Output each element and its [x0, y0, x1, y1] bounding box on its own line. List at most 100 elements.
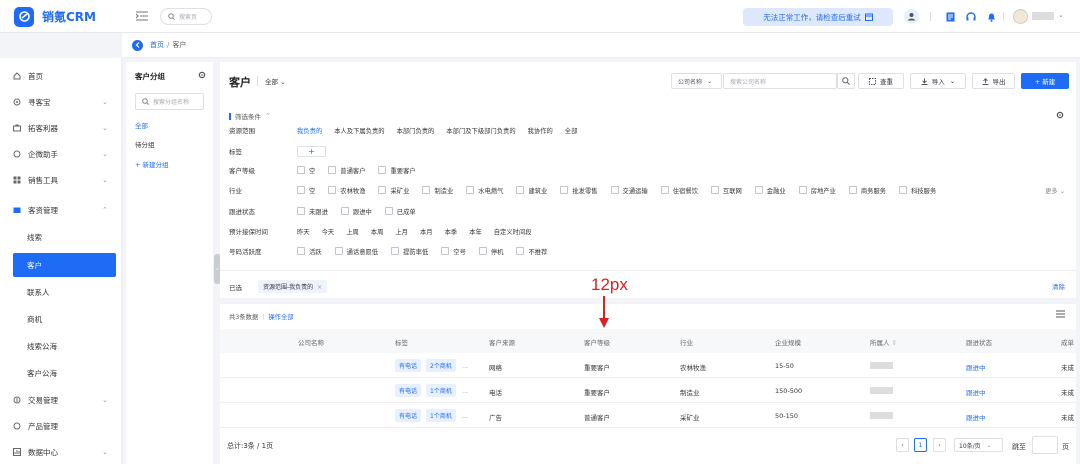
filter-option[interactable]: 本部门负责的	[397, 126, 435, 135]
new-button[interactable]: + 新建	[1021, 73, 1069, 89]
add-tag-button[interactable]: +	[297, 145, 326, 157]
cell-status[interactable]: 跟进中	[966, 412, 986, 422]
filter-option[interactable]: 今天	[322, 227, 335, 236]
sidebar-sub-opportunities[interactable]: 商机	[0, 307, 122, 331]
sidebar-item-xunkebao[interactable]: 寻客宝 ⌄	[0, 89, 122, 115]
sidebar-item-data[interactable]: 数据中心 ⌄	[0, 439, 122, 464]
selected-chip[interactable]: 资源范围-我负责的 ×	[258, 280, 328, 293]
filter-option[interactable]: 本年	[469, 227, 482, 236]
filter-option[interactable]: 昨天	[297, 227, 310, 236]
next-page-button[interactable]: ›	[933, 438, 946, 452]
filter-checkbox[interactable]: 采矿业	[378, 186, 409, 195]
filter-option[interactable]: 全部	[565, 126, 578, 135]
filter-checkbox[interactable]: 农林牧渔	[328, 186, 365, 195]
sidebar-item-trade[interactable]: 交易管理 ⌄	[0, 387, 122, 413]
user-name-placeholder[interactable]	[1032, 12, 1054, 20]
sidebar-sub-lead-pool[interactable]: 线索公海	[0, 334, 122, 358]
gear-icon[interactable]	[1056, 111, 1064, 121]
filter-checkbox[interactable]: 商务服务	[848, 186, 886, 195]
scope-select[interactable]: 全部 ⌄	[265, 76, 286, 86]
notice-banner[interactable]: 无法正常工作，请检查后重试	[743, 8, 893, 26]
filter-checkbox[interactable]: 通话意愿低	[334, 247, 378, 256]
table-row[interactable]: 有电话 1个商机 ... 电话 重要客户 制造业 150-500 跟进中 未成	[220, 378, 1076, 403]
table-row[interactable]: 有电话 1个商机 ... 广告 普通客户 采矿业 50-150 跟进中 未成	[220, 403, 1076, 428]
cell-status[interactable]: 跟进中	[966, 362, 986, 372]
breadcrumb-home[interactable]: 首页	[150, 40, 164, 50]
group-item-all[interactable]: 全部	[135, 120, 148, 130]
filter-option[interactable]: 本人及下属负责的	[334, 126, 384, 135]
filter-option[interactable]: 本周	[371, 227, 384, 236]
group-search-input[interactable]: 搜索分组名称	[135, 93, 204, 110]
filter-checkbox[interactable]: 重要客户	[378, 166, 416, 175]
prev-page-button[interactable]: ‹	[896, 438, 909, 452]
tags-more[interactable]: ...	[462, 412, 468, 420]
filter-option[interactable]: 上周	[346, 227, 359, 236]
filter-checkbox[interactable]: 水电燃气	[466, 186, 503, 195]
sidebar-sub-customers[interactable]: 客户	[13, 253, 116, 277]
filter-checkbox[interactable]: 空	[297, 186, 315, 195]
cell-status[interactable]: 跟进中	[966, 387, 986, 397]
filter-checkbox[interactable]: 批发零售	[560, 186, 598, 195]
import-button[interactable]: 导入 ⌄	[910, 73, 966, 89]
page-number-current[interactable]: 1	[914, 438, 927, 452]
filter-checkbox[interactable]: 提防率低	[391, 247, 428, 256]
filter-checkbox[interactable]: 普通客户	[328, 166, 365, 175]
fold-icon[interactable]	[135, 11, 148, 21]
table-row[interactable]: 有电话 2个商机 ... 网络 重要客户 农林牧渔 15-50 跟进中 未成	[220, 353, 1076, 378]
sidebar-sub-contacts[interactable]: 联系人	[0, 280, 122, 304]
avatar[interactable]	[1013, 9, 1028, 24]
filter-checkbox[interactable]: 停机	[478, 247, 503, 256]
company-search-input[interactable]: 搜索公司名称	[723, 73, 837, 89]
column-header-owner[interactable]: 所属人 ⇕	[870, 337, 897, 347]
sidebar-sub-customer-pool[interactable]: 客户公海	[0, 361, 122, 385]
filter-checkbox[interactable]: 建筑业	[516, 186, 547, 195]
back-icon[interactable]	[132, 39, 143, 51]
sidebar-item-home[interactable]: 首页	[0, 63, 122, 89]
filter-toggle[interactable]: 筛选条件 ⌃	[229, 111, 270, 121]
sidebar-item-kezi[interactable]: 客资管理 ⌃	[0, 197, 122, 223]
filter-checkbox[interactable]: 未跟进	[297, 207, 328, 216]
goto-page-input[interactable]	[1032, 436, 1058, 454]
filter-checkbox[interactable]: 住宿餐饮	[660, 186, 698, 195]
document-icon[interactable]	[944, 10, 957, 23]
filter-checkbox[interactable]: 房地产业	[798, 186, 836, 195]
filter-checkbox[interactable]: 已成单	[384, 207, 416, 216]
search-button[interactable]	[837, 73, 855, 89]
filter-option[interactable]: 上月	[395, 227, 408, 236]
export-button[interactable]: 导出	[972, 73, 1015, 89]
tags-more[interactable]: ...	[462, 362, 468, 370]
add-group-button[interactable]: + 新建分组	[135, 159, 169, 169]
tags-more[interactable]: ...	[462, 387, 468, 395]
filter-option[interactable]: 本部门及下级部门负责的	[446, 126, 515, 135]
page-size-select[interactable]: 10条/页 ⌄	[954, 438, 1003, 452]
filter-checkbox[interactable]: 金融业	[754, 186, 786, 195]
filter-checkbox[interactable]: 互联网	[710, 186, 742, 195]
search-field-select[interactable]: 公司名称 ⌄	[671, 73, 722, 89]
chevron-down-icon[interactable]: ⌄	[1058, 11, 1064, 19]
industry-more-toggle[interactable]: 更多 ⌄	[1045, 186, 1065, 195]
filter-checkbox[interactable]: 空号	[441, 247, 466, 256]
filter-checkbox[interactable]: 活跃	[297, 247, 322, 256]
header-search-input[interactable]: 搜索页	[160, 8, 212, 25]
filter-option[interactable]: 本季	[445, 227, 458, 236]
sidebar-sub-leads[interactable]: 线索	[0, 225, 122, 249]
filter-checkbox[interactable]: 空	[297, 166, 315, 175]
app-logo[interactable]: 销氪CRM	[14, 6, 144, 27]
group-item-ungrouped[interactable]: 待分组	[135, 139, 155, 149]
filter-checkbox[interactable]: 交通运输	[610, 186, 648, 195]
headset-icon[interactable]	[964, 10, 977, 23]
close-icon[interactable]: ×	[317, 284, 322, 291]
sidebar-item-products[interactable]: 产品管理	[0, 413, 122, 439]
filter-checkbox[interactable]: 科技服务	[899, 186, 936, 195]
filter-option[interactable]: 自定义时间段	[494, 227, 532, 236]
sidebar-item-tuoke[interactable]: 拓客利器 ⌄	[0, 115, 122, 141]
filter-checkbox[interactable]: 不推荐	[516, 247, 547, 256]
user-switch-icon[interactable]	[904, 9, 919, 24]
clear-filters-link[interactable]: 清除	[1052, 281, 1065, 291]
filter-option[interactable]: 本月	[420, 227, 433, 236]
sidebar-item-qiwei[interactable]: 企微助手 ⌄	[0, 141, 122, 167]
filter-option[interactable]: 我协作的	[528, 126, 553, 135]
column-settings-icon[interactable]	[1056, 310, 1065, 320]
operate-all-link[interactable]: 操作全部	[268, 314, 293, 321]
dedupe-button[interactable]: 查重	[858, 73, 904, 89]
